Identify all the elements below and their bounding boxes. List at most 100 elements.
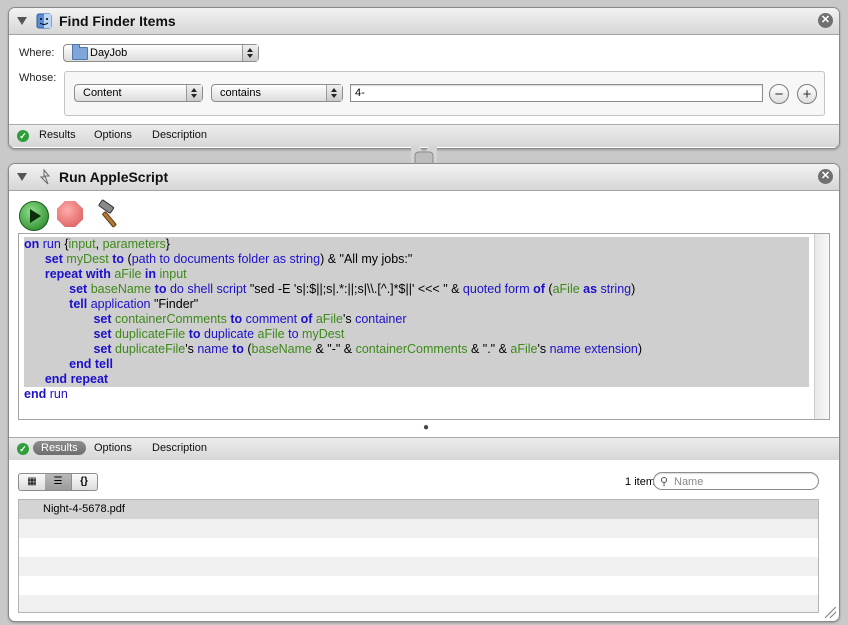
code-token: 's [185,342,198,356]
editor-resize-handle[interactable]: ● [423,422,429,433]
code-token: containerComments [355,342,468,356]
stop-script-button[interactable] [57,201,83,227]
code-token: repeat [44,267,83,281]
code-token: ) [637,342,643,356]
add-criteria-button[interactable]: + [797,84,817,104]
popup-arrows-icon [186,85,202,101]
list-item [19,538,818,557]
code-token: aFile [510,342,538,356]
results-list[interactable]: Night-4-5678.pdf [18,499,819,613]
code-token: duplicateFile [115,342,186,356]
code-token: string [289,252,321,266]
code-token: ) & "All my jobs:" [320,252,413,266]
tab-options[interactable]: Options [94,129,132,141]
where-label: Where: [19,47,55,59]
code-token: , [95,237,103,251]
code-token: set [93,342,112,356]
list-view-button[interactable]: ☰ [45,474,72,490]
code-token: tell [94,357,113,371]
close-action-button[interactable]: ✕ [818,13,833,28]
code-token: "Finder" [150,297,199,311]
code-token: on [24,237,40,251]
code-token: path to [131,252,170,266]
run-script-button[interactable] [19,201,49,231]
action-footer: ✓ Results Options Description [9,437,839,460]
code-token: input [159,267,187,281]
code-token: aFile [552,282,580,296]
code-token: to [154,282,167,296]
criteria-operator-value: contains [220,87,261,99]
criteria-field-value: Content [83,87,122,99]
code-line: on run {input, parameters} [24,237,809,252]
checkmark-icon: ✓ [17,443,29,455]
code-token: run [49,387,68,401]
disclosure-triangle-icon[interactable] [17,17,27,25]
tab-description[interactable]: Description [152,129,207,141]
where-popup[interactable]: DayJob [63,44,259,62]
script-editor[interactable]: on run {input, parameters} set myDest to… [18,233,830,420]
code-token: name extension [549,342,638,356]
code-token: in [144,267,157,281]
code-token: comment [245,312,298,326]
code-token: to [230,312,243,326]
code-line: set containerComments to comment of aFil… [24,312,809,327]
code-token: of [533,282,545,296]
code-token: set [44,252,63,266]
close-action-button[interactable]: ✕ [818,169,833,184]
tab-description[interactable]: Description [152,442,207,454]
code-token: input [68,237,96,251]
view-mode-control: ▦ ☰ {} [18,473,98,491]
code-token: end [69,357,92,371]
search-input[interactable] [672,474,816,490]
tab-options[interactable]: Options [94,442,132,454]
script-code[interactable]: on run {input, parameters} set myDest to… [24,237,809,402]
search-field[interactable]: ⚲ [653,472,819,490]
search-icon: ⚲ [660,476,669,488]
editor-scrollbar[interactable] [814,234,829,419]
compile-hammer-icon[interactable] [93,199,125,231]
list-item[interactable]: Night-4-5678.pdf [19,500,818,519]
code-token: as [272,252,287,266]
criteria-field-popup[interactable]: Content [74,84,203,102]
tab-results[interactable]: Results [33,441,86,455]
code-token: myDest [302,327,345,341]
list-item [19,576,818,595]
icon-view-button[interactable]: ▦ [19,474,46,490]
code-token: do shell script [169,282,247,296]
resize-grip-icon[interactable] [825,607,836,618]
code-token: to [288,327,299,341]
code-line: repeat with aFile in input [24,267,809,282]
code-token: string [600,282,632,296]
code-token: myDest [66,252,109,266]
code-view-button[interactable]: {} [71,474,97,490]
whose-label: Whose: [19,72,57,84]
action-titlebar: Run AppleScript ✕ [9,164,839,191]
action-title: Find Finder Items [59,13,176,29]
code-token: baseName [251,342,312,356]
code-token: baseName [90,282,152,296]
code-token: set [93,327,112,341]
criteria-value-field[interactable]: 4- [350,84,763,102]
remove-criteria-button[interactable]: − [769,84,789,104]
code-token: aFile [315,312,343,326]
disclosure-triangle-icon[interactable] [17,173,27,181]
action-connector-icon [411,146,437,164]
tab-results[interactable]: Results [39,129,76,141]
criteria-operator-popup[interactable]: contains [211,84,343,102]
popup-arrows-icon [242,45,258,61]
code-token: 's [537,342,550,356]
code-token: & "." & [467,342,511,356]
action-titlebar: Find Finder Items ✕ [9,8,839,35]
code-token: parameters [102,237,166,251]
popup-arrows-icon [326,85,342,101]
folder-icon [72,44,88,60]
code-token: containerComments [115,312,227,326]
code-line: set duplicateFile to duplicate aFile to … [24,327,809,342]
code-line: end repeat [24,372,809,387]
finder-icon [36,13,52,29]
code-token: to [112,252,125,266]
